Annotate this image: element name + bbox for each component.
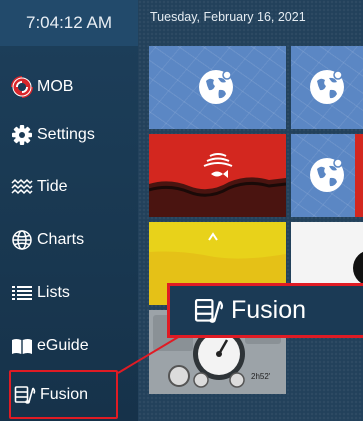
fusion-audio-icon <box>194 298 224 323</box>
home-screen: 7:04:12 AM MOB Settings Tide Charts List… <box>0 0 363 421</box>
callout-label: Fusion <box>231 296 307 324</box>
callout-connector <box>117 335 181 374</box>
fusion-callout: Fusion <box>167 283 363 338</box>
